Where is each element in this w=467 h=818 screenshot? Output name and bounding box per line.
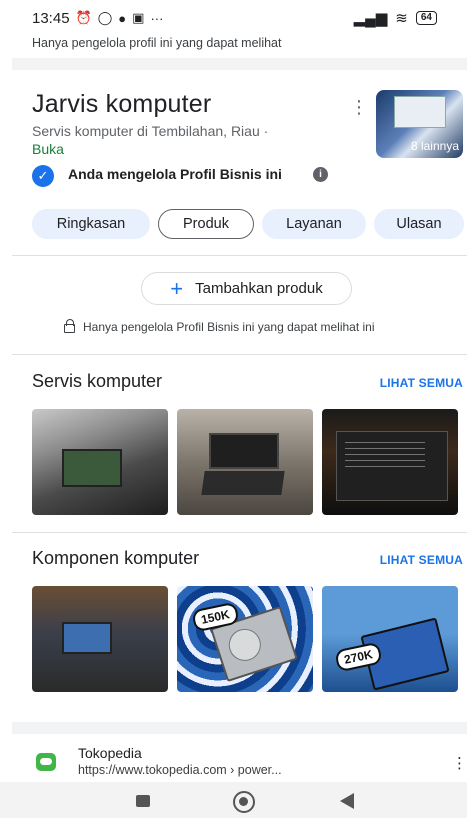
system-navigation-bar: [0, 782, 467, 818]
photo-screen-image: [394, 96, 446, 128]
laptop-screen-image: [209, 433, 279, 469]
business-photos-thumbnail[interactable]: 8 lainnya: [376, 90, 463, 158]
add-product-button[interactable]: + Tambahkan produk: [141, 272, 352, 305]
notification-icons: ⏰ ◯ ● ▣ ···: [76, 10, 164, 26]
divider: [12, 532, 467, 533]
photos-more-label: 8 lainnya: [410, 139, 459, 153]
product-photo-pc-repair[interactable]: [32, 409, 168, 515]
owner-only-note: Hanya pengelola Profil Bisnis ini yang d…: [64, 319, 375, 334]
whatsapp-icon: ◯: [97, 10, 113, 25]
verified-check-icon: ✓: [32, 165, 54, 187]
plus-icon: +: [170, 275, 184, 301]
battery-icon: 64: [415, 11, 437, 25]
top-visibility-note: Hanya pengelola profil ini yang dapat me…: [32, 36, 282, 50]
status-bar: 13:45 ⏰ ◯ ● ▣ ··· ▂▄▆ ≋ 64: [0, 0, 467, 36]
lock-icon: [64, 319, 75, 333]
info-icon[interactable]: i: [313, 167, 328, 182]
manage-profile-row: ✓ Anda mengelola Profil Bisnis ini: [32, 165, 332, 187]
laptop-keyboard-image: [201, 471, 285, 495]
product-photo-hdd[interactable]: 150K: [177, 586, 313, 692]
add-product-label: Tambahkan produk: [195, 280, 323, 297]
wifi-icon: ≋: [395, 10, 408, 27]
product-photo-workshop[interactable]: [32, 586, 168, 692]
signal-icon: ▂▄▆: [353, 10, 388, 27]
tab-produk[interactable]: Produk: [158, 209, 254, 239]
recents-icon[interactable]: [136, 795, 150, 807]
see-all-servis-link[interactable]: LIHAT SEMUA: [380, 376, 463, 390]
back-icon[interactable]: [340, 793, 354, 809]
tokopedia-logo-icon: [36, 753, 56, 771]
result-more-icon[interactable]: ⋮: [452, 754, 467, 772]
tab-ulasan[interactable]: Ulasan: [374, 209, 464, 239]
tab-layanan[interactable]: Layanan: [262, 209, 366, 239]
alarm-icon: ⏰: [75, 10, 92, 25]
monitor-image: [336, 431, 448, 501]
more-notifications: ···: [150, 10, 164, 26]
manage-profile-text: Anda mengelola Profil Bisnis ini: [68, 166, 282, 182]
section-title-servis: Servis komputer: [32, 371, 163, 391]
divider: [12, 255, 467, 256]
home-icon[interactable]: [233, 791, 255, 813]
see-all-komponen-link[interactable]: LIHAT SEMUA: [380, 553, 463, 567]
search-result-tokopedia[interactable]: Tokopedia https://www.tokopedia.com › po…: [0, 742, 467, 782]
product-photo-laptop[interactable]: [177, 409, 313, 515]
camera-icon: ▣: [132, 10, 145, 25]
clock: 13:45: [32, 9, 70, 27]
result-url: https://www.tokopedia.com › power...: [78, 763, 282, 777]
app-icon: ●: [118, 10, 127, 26]
product-photo-ssd[interactable]: 270K: [322, 586, 458, 692]
owner-only-text: Hanya pengelola Profil Bisnis ini yang d…: [83, 320, 375, 334]
laptop-image: [62, 622, 112, 654]
section-gap: [12, 58, 467, 70]
divider: [12, 354, 467, 355]
product-photo-bios-screen[interactable]: [322, 409, 458, 515]
section-gap: [12, 722, 467, 734]
section-title-komponen: Komponen komputer: [32, 548, 200, 568]
profile-tabs: Ringkasan Produk Layanan Ulasan: [32, 209, 464, 239]
result-site-name: Tokopedia: [78, 745, 142, 761]
tab-ringkasan[interactable]: Ringkasan: [32, 209, 150, 239]
motherboard-image: [62, 449, 122, 487]
more-options-icon[interactable]: ⋮: [350, 98, 368, 116]
